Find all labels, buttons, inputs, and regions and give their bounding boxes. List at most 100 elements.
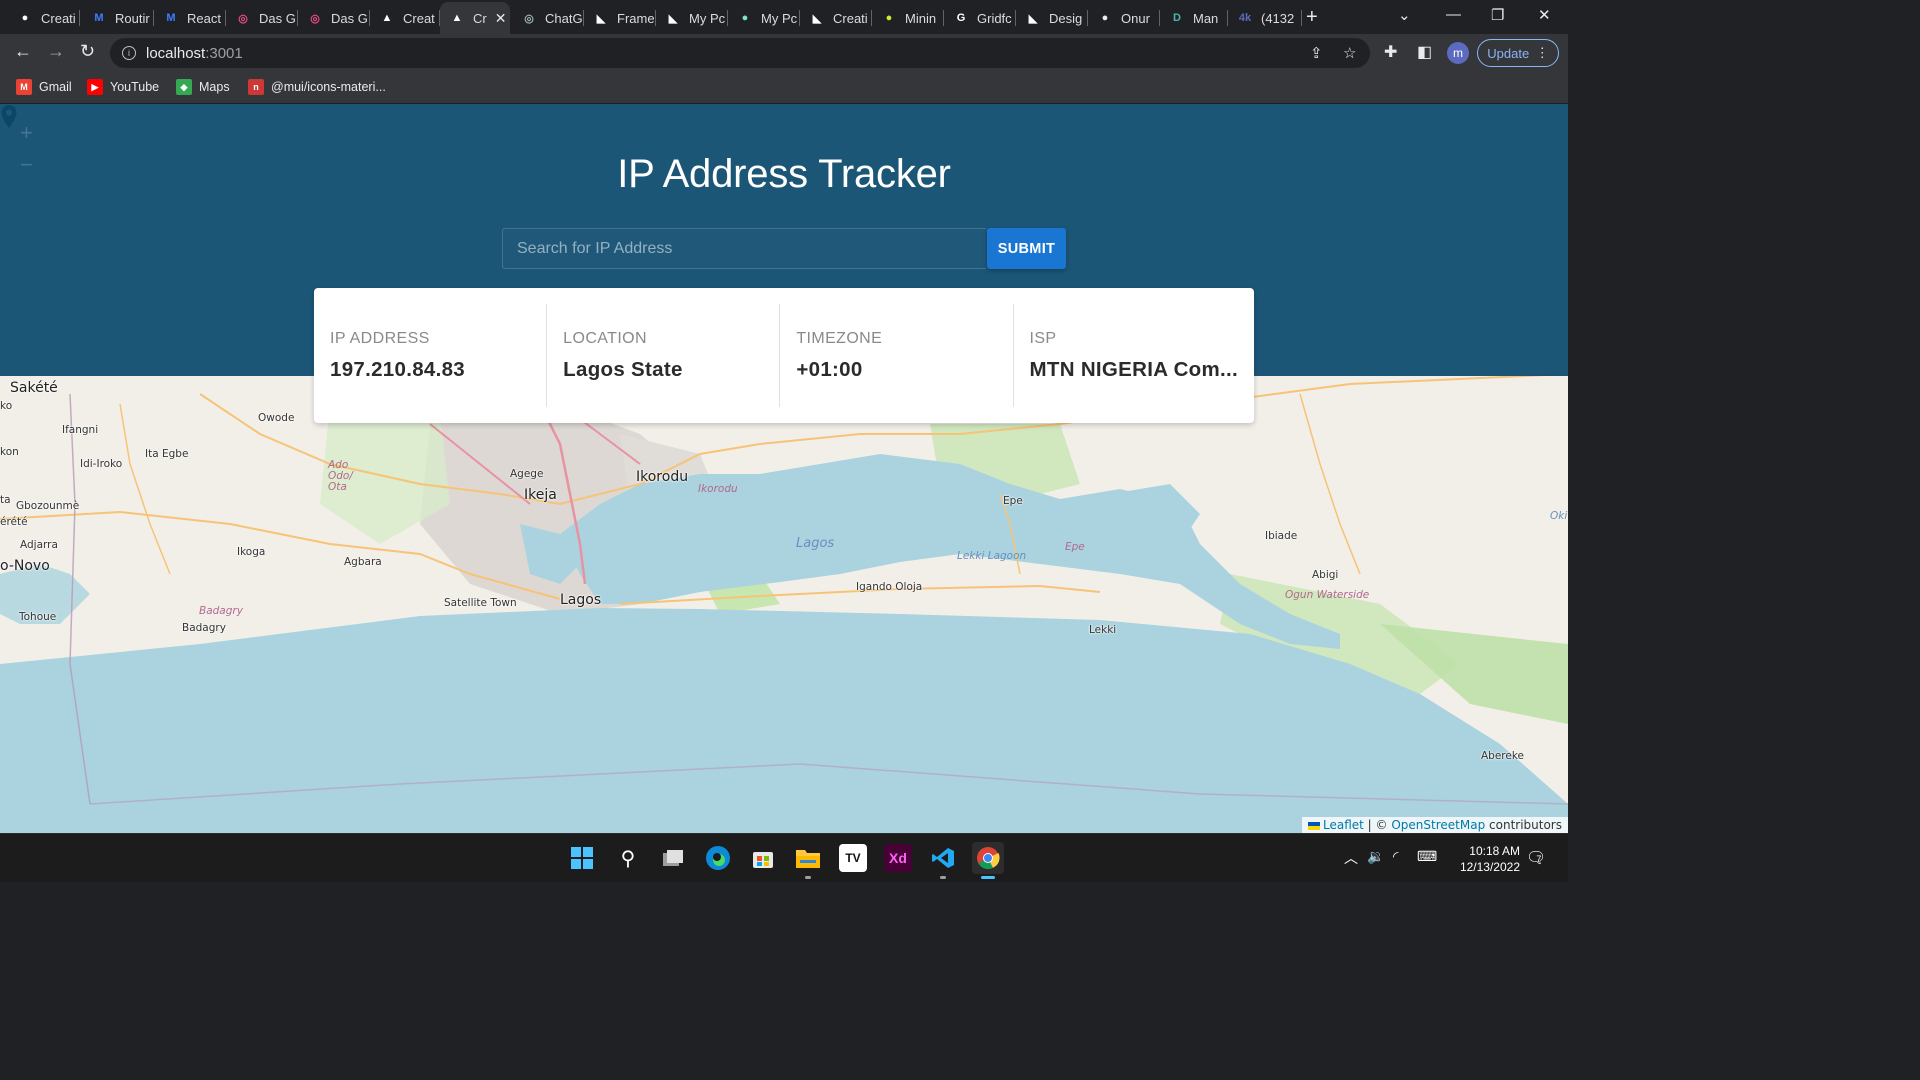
bookmark-favicon-icon: ◆ [176, 79, 192, 95]
map-label-ikorodu-lga: Ikorodu [698, 483, 738, 495]
keyboard-icon[interactable]: ⌨ [1417, 848, 1437, 865]
browser-tab[interactable]: ◣ My Pc [656, 4, 728, 32]
profile-avatar[interactable]: m [1447, 42, 1469, 64]
browser-tab[interactable]: ● Creati [8, 4, 80, 32]
microsoft-store-icon[interactable] [749, 844, 777, 872]
file-explorer-icon[interactable] [794, 844, 822, 872]
task-view-icon[interactable] [659, 844, 687, 872]
browser-tab[interactable]: ▲ Creat [370, 4, 440, 32]
bookmarks-bar: M Gmail ▶ YouTube ◆ Maps n @mui/icons-materi... [0, 72, 1568, 104]
share-icon[interactable]: ⇪ [1310, 44, 1323, 62]
browser-tab[interactable]: ◣ Frame [584, 4, 656, 32]
browser-tab[interactable]: ◎ Das G [226, 4, 298, 32]
map-label-owode: Owode [258, 412, 295, 424]
notification-count: 7 [1536, 854, 1542, 864]
bookmark-label: YouTube [110, 80, 160, 94]
tab-title: Onur [1121, 10, 1150, 26]
reload-icon[interactable]: ↻ [80, 41, 95, 62]
location-label: LOCATION [563, 330, 647, 347]
browser-tab[interactable]: ◣ Desig [1016, 4, 1088, 32]
map-label-idi-iroko: Idi-Iroko [80, 458, 123, 470]
map-label-ikoga: Ikoga [237, 546, 266, 558]
forward-icon[interactable]: → [47, 41, 65, 62]
timezone-label: TIMEZONE [796, 330, 883, 347]
tab-favicon-icon: 4k [1238, 12, 1252, 24]
browser-tab[interactable]: 4k (4132 [1228, 4, 1302, 32]
extensions-icon[interactable]: ✚ [1384, 42, 1397, 62]
attribution-separator: | © [1363, 818, 1392, 832]
address-bar[interactable]: i localhost:3001 [110, 38, 1370, 68]
browser-tab[interactable]: ◣ Creati [800, 4, 872, 32]
restore-button[interactable]: ❐ [1491, 6, 1504, 24]
bookmark-item[interactable]: M Gmail [16, 79, 72, 95]
ip-address-section: IP ADDRESS 197.210.84.83 [314, 304, 548, 407]
wifi-icon[interactable]: ◜ [1393, 848, 1398, 865]
tab-separator [79, 10, 80, 26]
leaflet-link[interactable]: Leaflet [1323, 818, 1364, 832]
map-label-ado-odo: Ado Odo/ Ota [328, 459, 353, 493]
map-label-igando-oloja: Igando Oloja [856, 581, 923, 593]
map-label-badagry-lga: Badagry [199, 605, 243, 617]
map-label-kon: kon [0, 446, 19, 458]
tradingview-icon[interactable]: TV [839, 844, 867, 872]
back-icon[interactable]: ← [14, 41, 32, 62]
side-panel-icon[interactable]: ◧ [1417, 42, 1432, 62]
map-label-adjarra: Adjarra [20, 539, 58, 551]
tab-title: (4132 [1261, 10, 1295, 26]
browser-tab[interactable]: ● My Pc [728, 4, 800, 32]
browser-tab[interactable]: M Routir [82, 4, 154, 32]
bookmark-star-icon[interactable]: ☆ [1343, 44, 1356, 62]
clock-date: 12/13/2022 [1459, 860, 1520, 874]
address-host: localhost [146, 44, 206, 62]
update-button[interactable]: Update ⋮ [1477, 39, 1559, 67]
map-label-tohoue: Tohoue [19, 611, 57, 623]
map-label-satellite-town: Satellite Town [444, 597, 517, 609]
tab-title: Routir [115, 10, 150, 26]
map-label-ko: ko [0, 400, 13, 412]
browser-tab[interactable]: D Man [1160, 4, 1228, 32]
tab-title: Man [1193, 10, 1219, 26]
show-hidden-icons-icon[interactable]: ︿ [1344, 848, 1358, 868]
bookmark-item[interactable]: ◆ Maps [176, 79, 230, 95]
tab-title: Minin [905, 10, 937, 26]
new-tab-button[interactable]: + [1306, 6, 1318, 29]
adobe-xd-icon[interactable]: Xd [884, 844, 912, 872]
bookmark-item[interactable]: ▶ YouTube [87, 79, 159, 95]
site-info-icon[interactable]: i [122, 46, 136, 60]
browser-tab[interactable]: ● Minin [872, 4, 944, 32]
submit-button[interactable]: SUBMIT [987, 228, 1066, 269]
ip-address-label: IP ADDRESS [330, 330, 430, 347]
tab-search-icon[interactable]: ⌄ [1398, 6, 1411, 24]
edge-icon[interactable] [704, 844, 732, 872]
tab-title: Creati [833, 10, 868, 26]
map-label-lagos: Lagos [560, 592, 602, 608]
browser-tab[interactable]: G Gridfc [944, 4, 1016, 32]
more-menu-icon[interactable]: ⋮ [1536, 45, 1549, 61]
bookmark-item[interactable]: n @mui/icons-materi... [248, 79, 386, 95]
ip-search-input[interactable] [502, 228, 986, 269]
browser-tab[interactable]: ▲ Cr ✕ [440, 2, 510, 34]
search-icon[interactable]: ⚲ [614, 844, 642, 872]
bookmark-favicon-icon: ▶ [87, 79, 103, 95]
system-clock[interactable]: 10:18 AM 12/13/2022 [1440, 843, 1520, 875]
vscode-icon[interactable] [929, 844, 957, 872]
tab-title: Creati [41, 10, 76, 26]
tab-favicon-icon: ◎ [238, 12, 248, 25]
windows-start-icon[interactable] [568, 844, 596, 872]
chrome-icon[interactable] [972, 842, 1004, 874]
windows-taskbar: ⚲ TV Xd ︿ 🔉 ◜ ⌨ 10:18 AM 12/13/2022 🗨7 [0, 833, 1568, 882]
close-window-button[interactable]: ✕ [1538, 6, 1551, 24]
notifications-icon[interactable]: 🗨7 [1526, 848, 1551, 868]
browser-tab[interactable]: ◎ ChatG [512, 4, 584, 32]
browser-tab[interactable]: M React [154, 4, 226, 32]
volume-icon[interactable]: 🔉 [1367, 848, 1384, 865]
close-tab-icon[interactable]: ✕ [495, 10, 507, 27]
zoom-in-button[interactable]: + [20, 120, 33, 146]
browser-tab[interactable]: ◎ Das G [298, 4, 370, 32]
minimize-button[interactable]: — [1446, 6, 1461, 23]
osm-link[interactable]: OpenStreetMap [1391, 818, 1485, 832]
update-label: Update [1487, 45, 1530, 61]
map-label-erete: érété [0, 516, 28, 528]
map-label-oki: Oki [1550, 510, 1568, 522]
browser-tab[interactable]: ● Onur [1088, 4, 1160, 32]
